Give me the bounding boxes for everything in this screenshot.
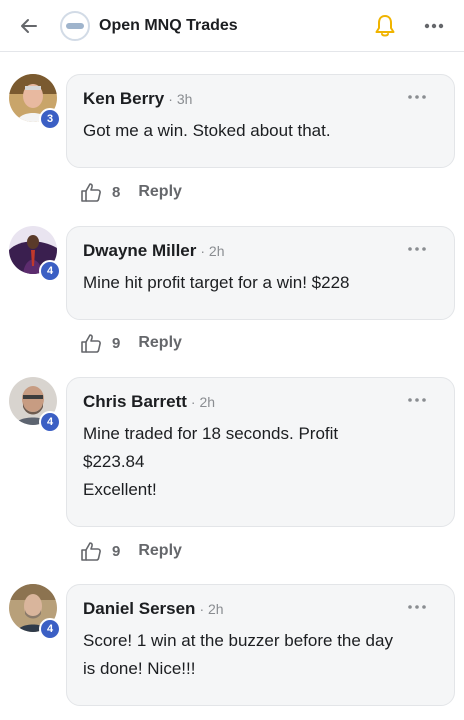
comment-line: Mine hit profit target for a win! $228 — [83, 273, 350, 292]
comment-more-button[interactable] — [406, 599, 428, 615]
comment-text: Mine hit profit target for a win! $228 — [83, 269, 438, 297]
comment-bubble: Chris Barrett · 2h Mine traded for 18 se… — [66, 377, 455, 527]
like-button[interactable]: 9 — [80, 540, 120, 562]
comment-line: $223.84 — [83, 452, 145, 471]
avatar-wrap[interactable]: 4 — [9, 377, 61, 433]
comment-more-button[interactable] — [406, 241, 428, 257]
notification-button[interactable] — [372, 0, 398, 52]
comment-more-button[interactable] — [406, 392, 428, 408]
comment-bubble: Ken Berry · 3h Got me a win. Stoked abou… — [66, 74, 455, 168]
comment-bubble: Dwayne Miller · 2h Mine hit profit targe… — [66, 226, 455, 320]
like-count: 9 — [112, 334, 121, 352]
avatar-wrap[interactable]: 3 — [9, 74, 61, 130]
top-bar: Open MNQ Trades — [0, 0, 464, 52]
comment-actions: 9 Reply — [80, 331, 182, 355]
avatar-wrap[interactable]: 4 — [9, 584, 61, 640]
more-horizontal-icon — [408, 247, 426, 251]
comment-text: Mine traded for 18 seconds. Profit $223.… — [83, 420, 438, 504]
thumbs-up-icon — [81, 334, 101, 353]
comment-text: Score! 1 win at the buzzer before the da… — [83, 627, 438, 683]
like-count: 8 — [112, 183, 121, 201]
comment-time: · 3h — [168, 91, 193, 107]
comment-actions: 9 Reply — [80, 539, 182, 563]
like-button[interactable]: 9 — [80, 332, 120, 354]
comment-line: Mine traded for 18 seconds. Profit — [83, 424, 339, 443]
back-button[interactable] — [0, 0, 58, 52]
like-button[interactable]: 8 — [80, 181, 120, 203]
group-logo[interactable] — [60, 10, 90, 41]
group-logo-mark — [66, 22, 84, 29]
comment-time: · 2h — [190, 394, 216, 410]
comment-author[interactable]: Dwayne Miller — [83, 241, 196, 261]
reply-button[interactable]: Reply — [138, 334, 182, 352]
avatar-wrap[interactable]: 4 — [9, 226, 61, 282]
thumbs-up-icon — [81, 542, 101, 561]
comment-author[interactable]: Chris Barrett — [83, 392, 187, 412]
comment-actions: 8 Reply — [80, 180, 182, 204]
more-horizontal-icon — [408, 398, 426, 402]
more-horizontal-icon — [424, 23, 444, 28]
more-horizontal-icon — [408, 95, 426, 99]
comment-author[interactable]: Daniel Sersen — [83, 599, 195, 619]
bell-icon — [375, 14, 395, 36]
comment-line: Excellent! — [83, 480, 157, 499]
thumbs-up-icon — [81, 183, 101, 202]
comment-line: Score! 1 win at the buzzer before the da… — [83, 631, 393, 650]
level-badge: 4 — [39, 618, 61, 640]
page: Open MNQ Trades 3 Ken Berry · 3h Got me … — [0, 0, 464, 720]
arrow-left-icon — [21, 18, 37, 33]
level-badge: 4 — [39, 411, 61, 433]
comment-author[interactable]: Ken Berry — [83, 89, 164, 109]
level-badge: 3 — [39, 108, 61, 130]
comment-bubble: Daniel Sersen · 2h Score! 1 win at the b… — [66, 584, 455, 706]
comment-text: Got me a win. Stoked about that. — [83, 117, 438, 145]
comment-time: · 2h — [200, 243, 225, 259]
more-horizontal-icon — [408, 605, 426, 609]
more-options-button[interactable] — [420, 0, 448, 52]
comment-line: Got me a win. Stoked about that. — [83, 121, 331, 140]
reply-button[interactable]: Reply — [138, 183, 182, 201]
comment-time: · 2h — [199, 601, 224, 617]
like-count: 9 — [112, 542, 121, 560]
page-title: Open MNQ Trades — [99, 16, 238, 34]
comment-line: is done! Nice!!! — [83, 659, 196, 678]
level-badge: 4 — [39, 260, 61, 282]
reply-button[interactable]: Reply — [138, 542, 182, 560]
comment-more-button[interactable] — [406, 89, 428, 105]
